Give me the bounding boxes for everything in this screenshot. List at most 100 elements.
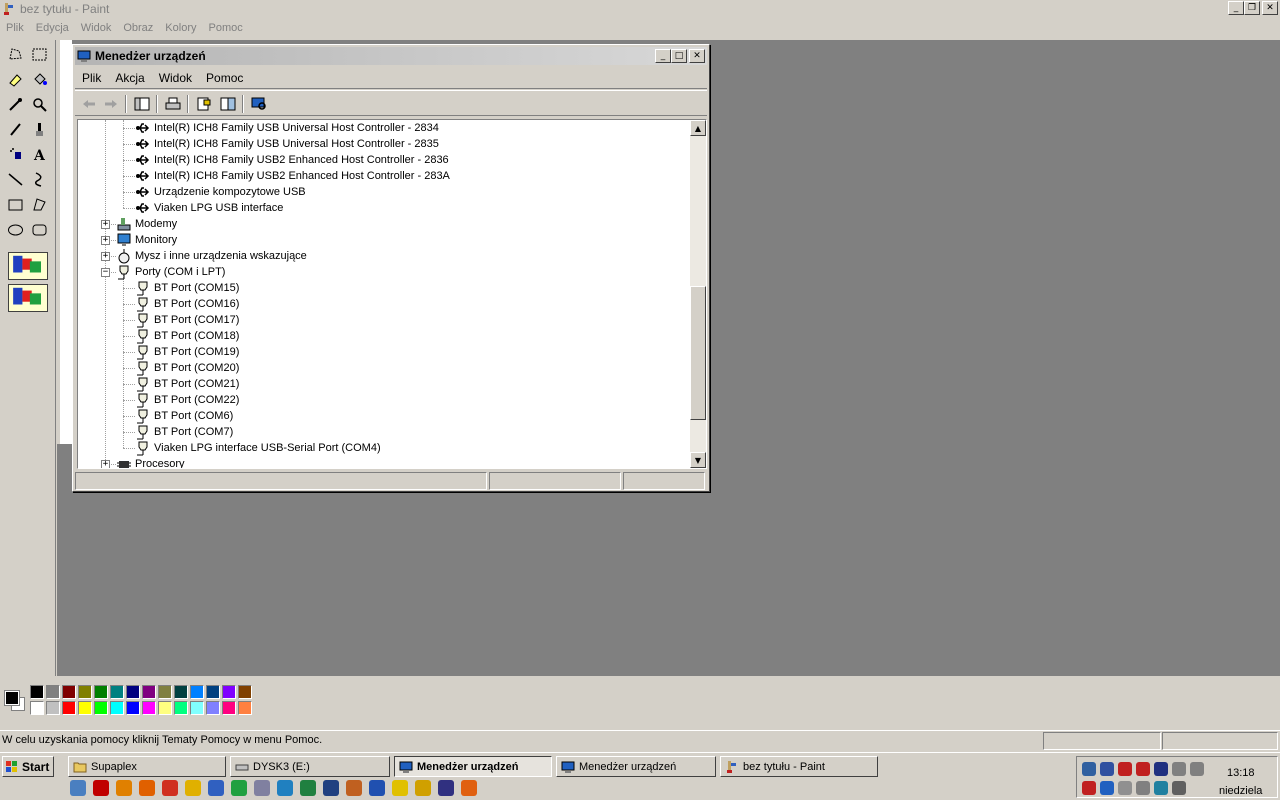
color-picker-tool-icon[interactable] <box>4 93 27 116</box>
palette-swatch[interactable] <box>206 685 220 699</box>
palette-swatch[interactable] <box>142 685 156 699</box>
quick-launch-icon[interactable] <box>231 780 247 796</box>
tree-node[interactable]: BT Port (COM19) <box>135 344 239 360</box>
quick-launch-icon[interactable] <box>70 780 86 796</box>
palette-swatch[interactable] <box>206 701 220 715</box>
rounded-rect-tool-icon[interactable] <box>28 218 51 241</box>
palette-swatch[interactable] <box>238 701 252 715</box>
expand-icon[interactable]: + <box>101 220 110 229</box>
back-arrow-icon[interactable] <box>79 95 99 113</box>
quick-launch-icon[interactable] <box>116 780 132 796</box>
quick-launch-icon[interactable] <box>438 780 454 796</box>
tree-node[interactable]: Intel(R) ICH8 Family USB Universal Host … <box>135 136 439 152</box>
dm-menu-pomoc[interactable]: Pomoc <box>206 71 243 85</box>
palette-swatch[interactable] <box>238 685 252 699</box>
tree-node[interactable]: Porty (COM i LPT) <box>116 264 225 280</box>
palette-swatch[interactable] <box>126 701 140 715</box>
tree-node[interactable]: BT Port (COM6) <box>135 408 233 424</box>
menu-pomoc[interactable]: Pomoc <box>208 22 242 34</box>
taskbar-button[interactable]: DYSK3 (E:) <box>230 756 390 777</box>
menu-edycja[interactable]: Edycja <box>36 22 69 34</box>
tree-node[interactable]: Modemy <box>116 216 177 232</box>
palette-swatch[interactable] <box>158 685 172 699</box>
taskbar-button[interactable]: Menedżer urządzeń <box>556 756 716 777</box>
properties-icon[interactable] <box>194 95 214 113</box>
palette-swatch[interactable] <box>62 685 76 699</box>
tree-node[interactable]: Mysz i inne urządzenia wskazujące <box>116 248 307 264</box>
drawing-canvas[interactable] <box>57 40 72 444</box>
scroll-thumb[interactable] <box>690 286 706 420</box>
forward-arrow-icon[interactable] <box>101 95 121 113</box>
palette-swatch[interactable] <box>78 685 92 699</box>
palette-swatch[interactable] <box>174 685 188 699</box>
menu-widok[interactable]: Widok <box>81 22 112 34</box>
dm-menu-widok[interactable]: Widok <box>159 71 192 85</box>
palette-swatch[interactable] <box>222 701 236 715</box>
tree-node[interactable]: BT Port (COM16) <box>135 296 239 312</box>
tray-icon[interactable] <box>1100 781 1114 795</box>
clock[interactable]: 13:18 <box>1227 767 1255 779</box>
print-icon[interactable] <box>163 95 183 113</box>
palette-swatch[interactable] <box>78 701 92 715</box>
palette-swatch[interactable] <box>30 685 44 699</box>
free-select-tool-icon[interactable] <box>4 43 27 66</box>
device-manager-title-bar[interactable]: Menedżer urządzeń _ □ ✕ <box>75 47 707 65</box>
tree-node[interactable]: Intel(R) ICH8 Family USB2 Enhanced Host … <box>135 168 450 184</box>
tray-icon[interactable] <box>1082 762 1096 776</box>
tree-node[interactable]: BT Port (COM21) <box>135 376 239 392</box>
dm-menu-akcja[interactable]: Akcja <box>115 71 144 85</box>
tree-node[interactable]: BT Port (COM17) <box>135 312 239 328</box>
menu-kolory[interactable]: Kolory <box>165 22 196 34</box>
tray-icon[interactable] <box>1154 781 1168 795</box>
quick-launch-icon[interactable] <box>93 780 109 796</box>
palette-swatch[interactable] <box>174 701 188 715</box>
scroll-up-icon[interactable]: ▲ <box>690 120 706 136</box>
expand-icon[interactable]: + <box>101 236 110 245</box>
tree-node[interactable]: Viaken LPG interface USB-Serial Port (CO… <box>135 440 381 456</box>
tray-icon[interactable] <box>1136 762 1150 776</box>
tree-node[interactable]: Intel(R) ICH8 Family USB2 Enhanced Host … <box>135 152 449 168</box>
palette-swatch[interactable] <box>158 701 172 715</box>
tray-icon[interactable] <box>1100 762 1114 776</box>
airbrush-tool-icon[interactable] <box>4 143 27 166</box>
quick-launch-icon[interactable] <box>162 780 178 796</box>
rect-select-tool-icon[interactable] <box>28 43 51 66</box>
tray-icon[interactable] <box>1154 762 1168 776</box>
tray-icon[interactable] <box>1172 781 1186 795</box>
palette-swatch[interactable] <box>222 685 236 699</box>
help-view-icon[interactable] <box>218 95 238 113</box>
restore-button[interactable]: ❐ <box>1244 1 1260 15</box>
start-button[interactable]: Start <box>2 756 54 777</box>
dm-close-button[interactable]: ✕ <box>689 49 705 63</box>
tree-node[interactable]: Viaken LPG USB interface <box>135 200 283 216</box>
taskbar-button[interactable]: Supaplex <box>68 756 226 777</box>
palette-swatch[interactable] <box>94 685 108 699</box>
magnifier-tool-icon[interactable] <box>28 93 51 116</box>
quick-launch-icon[interactable] <box>300 780 316 796</box>
quick-launch-icon[interactable] <box>369 780 385 796</box>
scan-hardware-icon[interactable] <box>249 95 269 113</box>
palette-swatch[interactable] <box>110 701 124 715</box>
tree-scrollbar[interactable]: ▲ ▼ <box>690 120 706 468</box>
minimize-button[interactable]: _ <box>1228 1 1244 15</box>
close-button[interactable]: ✕ <box>1262 1 1278 15</box>
scroll-down-icon[interactable]: ▼ <box>690 452 706 468</box>
quick-launch-icon[interactable] <box>139 780 155 796</box>
rectangle-tool-icon[interactable] <box>4 193 27 216</box>
tray-icon[interactable] <box>1082 781 1096 795</box>
ellipse-tool-icon[interactable] <box>4 218 27 241</box>
tree-node[interactable]: Procesory <box>116 456 185 468</box>
tray-icon[interactable] <box>1136 781 1150 795</box>
line-tool-icon[interactable] <box>4 168 27 191</box>
tree-node[interactable]: Intel(R) ICH8 Family USB Universal Host … <box>135 120 439 136</box>
palette-swatch[interactable] <box>110 685 124 699</box>
taskbar-button[interactable]: Menedżer urządzeń <box>394 756 552 777</box>
eraser-tool-icon[interactable] <box>4 68 27 91</box>
taskbar-button[interactable]: bez tytułu - Paint <box>720 756 878 777</box>
quick-launch-icon[interactable] <box>254 780 270 796</box>
tree-node[interactable]: BT Port (COM22) <box>135 392 239 408</box>
quick-launch-icon[interactable] <box>346 780 362 796</box>
quick-launch-icon[interactable] <box>185 780 201 796</box>
palette-swatch[interactable] <box>30 701 44 715</box>
transparent-option-icon[interactable] <box>8 252 48 280</box>
